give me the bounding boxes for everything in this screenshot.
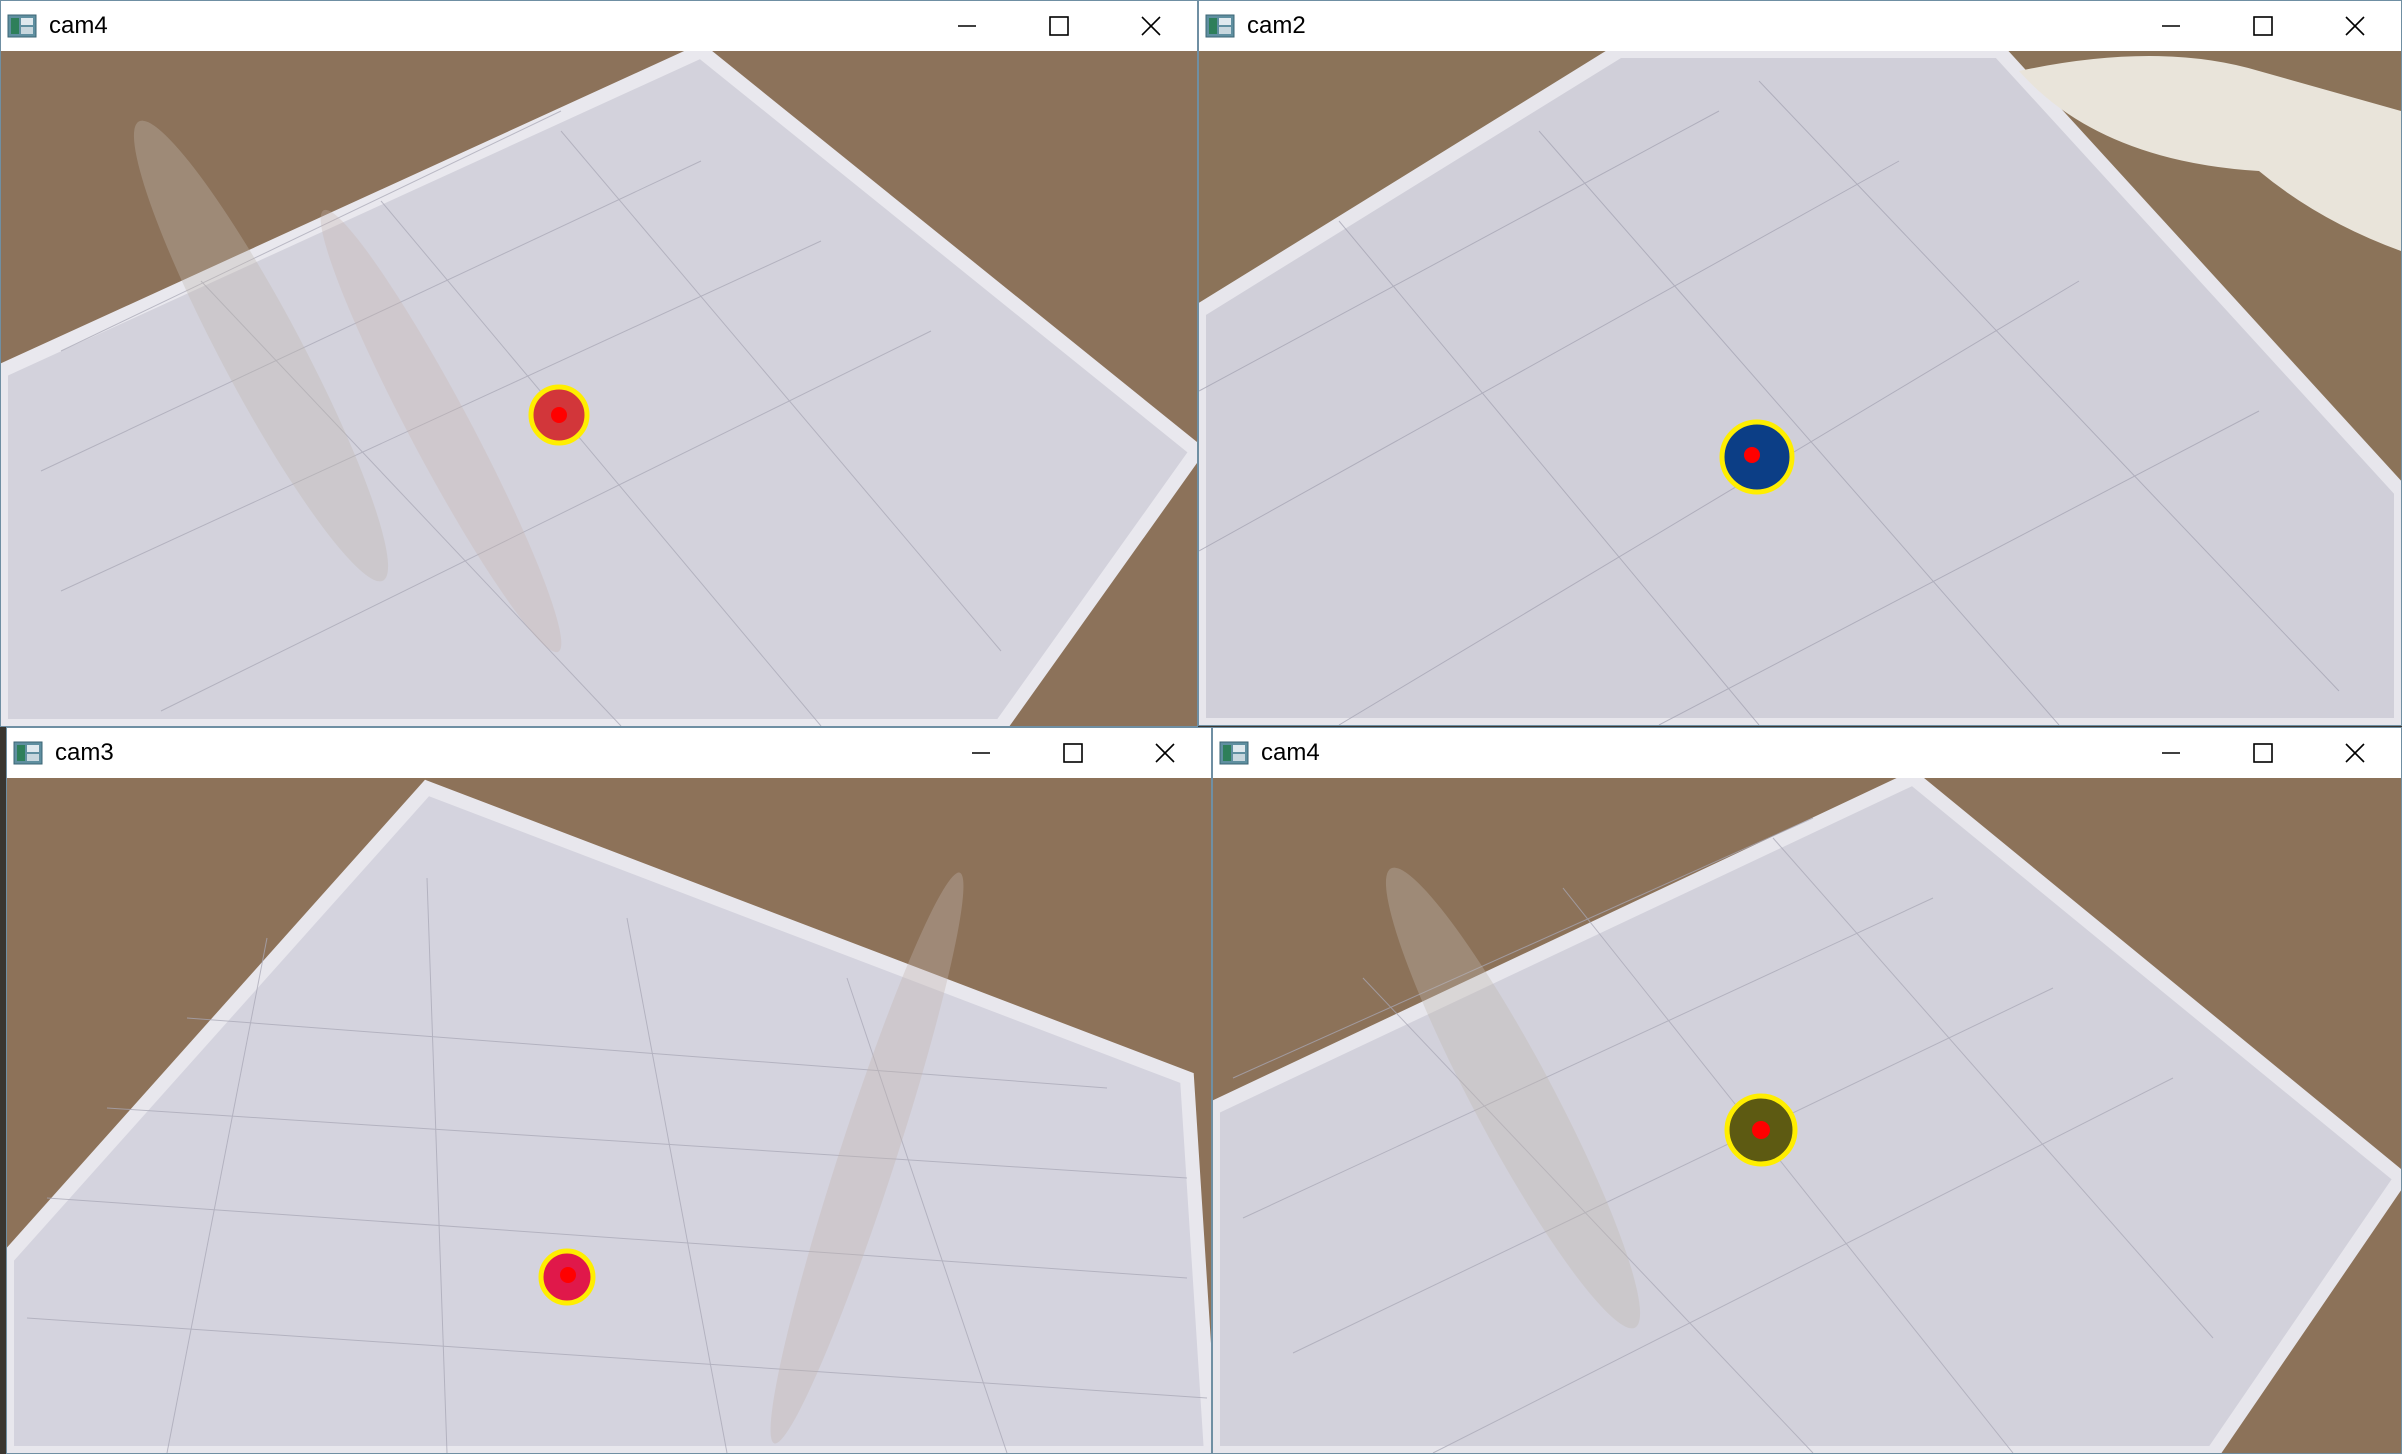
app-window-icon <box>1205 13 1235 39</box>
camera-window-4: cam4 <box>1212 727 2402 1454</box>
detection-center <box>560 1267 576 1283</box>
camera-feed <box>7 778 1211 1453</box>
close-icon <box>1155 743 1175 763</box>
close-button[interactable] <box>1119 728 1211 778</box>
close-button[interactable] <box>1105 1 1197 51</box>
minimize-icon <box>2162 752 2180 754</box>
maximize-button[interactable] <box>1027 728 1119 778</box>
close-icon <box>2345 16 2365 36</box>
close-icon <box>2345 743 2365 763</box>
camera-window-2: cam2 <box>1198 0 2402 726</box>
minimize-button[interactable] <box>2125 1 2217 51</box>
maximize-button[interactable] <box>2217 1 2309 51</box>
camera-image <box>7 778 1211 1453</box>
app-window-icon <box>13 740 43 766</box>
minimize-icon <box>2162 25 2180 27</box>
minimize-button[interactable] <box>921 1 1013 51</box>
maximize-button[interactable] <box>1013 1 1105 51</box>
close-icon <box>1141 16 1161 36</box>
camera-feed <box>1213 778 2401 1453</box>
close-button[interactable] <box>2309 1 2401 51</box>
maximize-icon <box>1063 743 1083 763</box>
window-title: cam2 <box>1247 12 1306 39</box>
minimize-icon <box>958 25 976 27</box>
camera-feed <box>1 51 1197 726</box>
camera-image <box>1199 51 2401 725</box>
camera-image <box>1213 778 2401 1453</box>
title-bar[interactable]: cam2 <box>1199 1 2401 51</box>
minimize-icon <box>972 752 990 754</box>
camera-image <box>1 51 1197 726</box>
maximize-icon <box>2253 743 2273 763</box>
maximize-icon <box>2253 16 2273 36</box>
title-bar[interactable]: cam3 <box>7 728 1211 778</box>
maximize-icon <box>1049 16 1069 36</box>
camera-feed <box>1199 51 2401 725</box>
title-bar[interactable]: cam4 <box>1 1 1197 51</box>
camera-window-3: cam3 <box>6 727 1212 1454</box>
close-button[interactable] <box>2309 728 2401 778</box>
window-title: cam3 <box>55 739 114 766</box>
app-window-icon <box>7 13 37 39</box>
detection-center <box>551 407 567 423</box>
camera-window-1: cam4 <box>0 0 1198 727</box>
window-title: cam4 <box>49 12 108 39</box>
app-window-icon <box>1219 740 1249 766</box>
minimize-button[interactable] <box>2125 728 2217 778</box>
title-bar[interactable]: cam4 <box>1213 728 2401 778</box>
detection-center <box>1752 1121 1770 1139</box>
window-title: cam4 <box>1261 739 1320 766</box>
maximize-button[interactable] <box>2217 728 2309 778</box>
detection-center <box>1744 447 1760 463</box>
minimize-button[interactable] <box>935 728 1027 778</box>
